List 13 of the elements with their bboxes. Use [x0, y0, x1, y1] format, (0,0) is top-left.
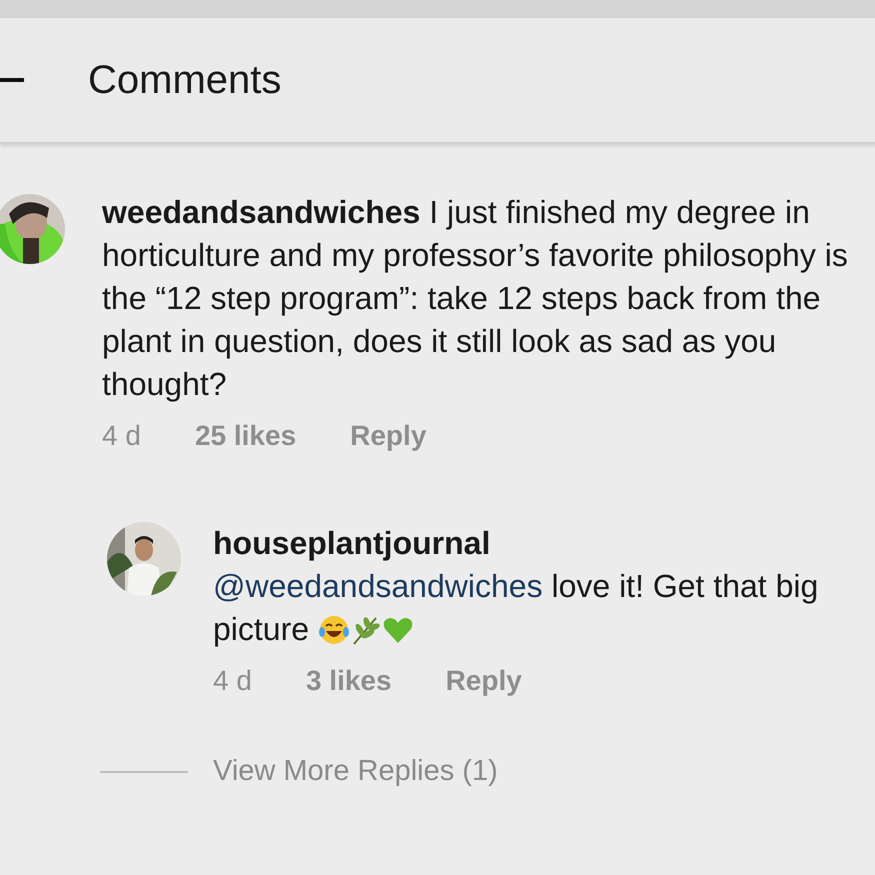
view-more-replies-link[interactable]: View More Replies (1): [213, 755, 498, 788]
page-title: Comments: [88, 58, 282, 102]
username[interactable]: houseplantjournal: [213, 522, 490, 565]
reply-button[interactable]: Reply: [446, 665, 522, 697]
likes-count[interactable]: 25 likes: [194, 420, 296, 452]
laughing-face-icon: [318, 614, 350, 646]
comment-time: 4 d: [213, 665, 252, 697]
comment-time: 4 d: [102, 420, 141, 452]
comment-text: weedandsandwiches I just finished my degree in horticulture and my professor’s favorite philosophy is the “12 step program”: take 12 steps back from the plant in question, does it still look as sad as you thought?: [102, 193, 849, 404]
likes-count[interactable]: 3 likes: [306, 665, 392, 697]
mention-link[interactable]: @weedandsandwiches: [213, 568, 543, 604]
reply-button[interactable]: Reply: [350, 420, 426, 452]
reply-text: @weedandsandwiches love it! Get that big picture: [213, 567, 820, 649]
